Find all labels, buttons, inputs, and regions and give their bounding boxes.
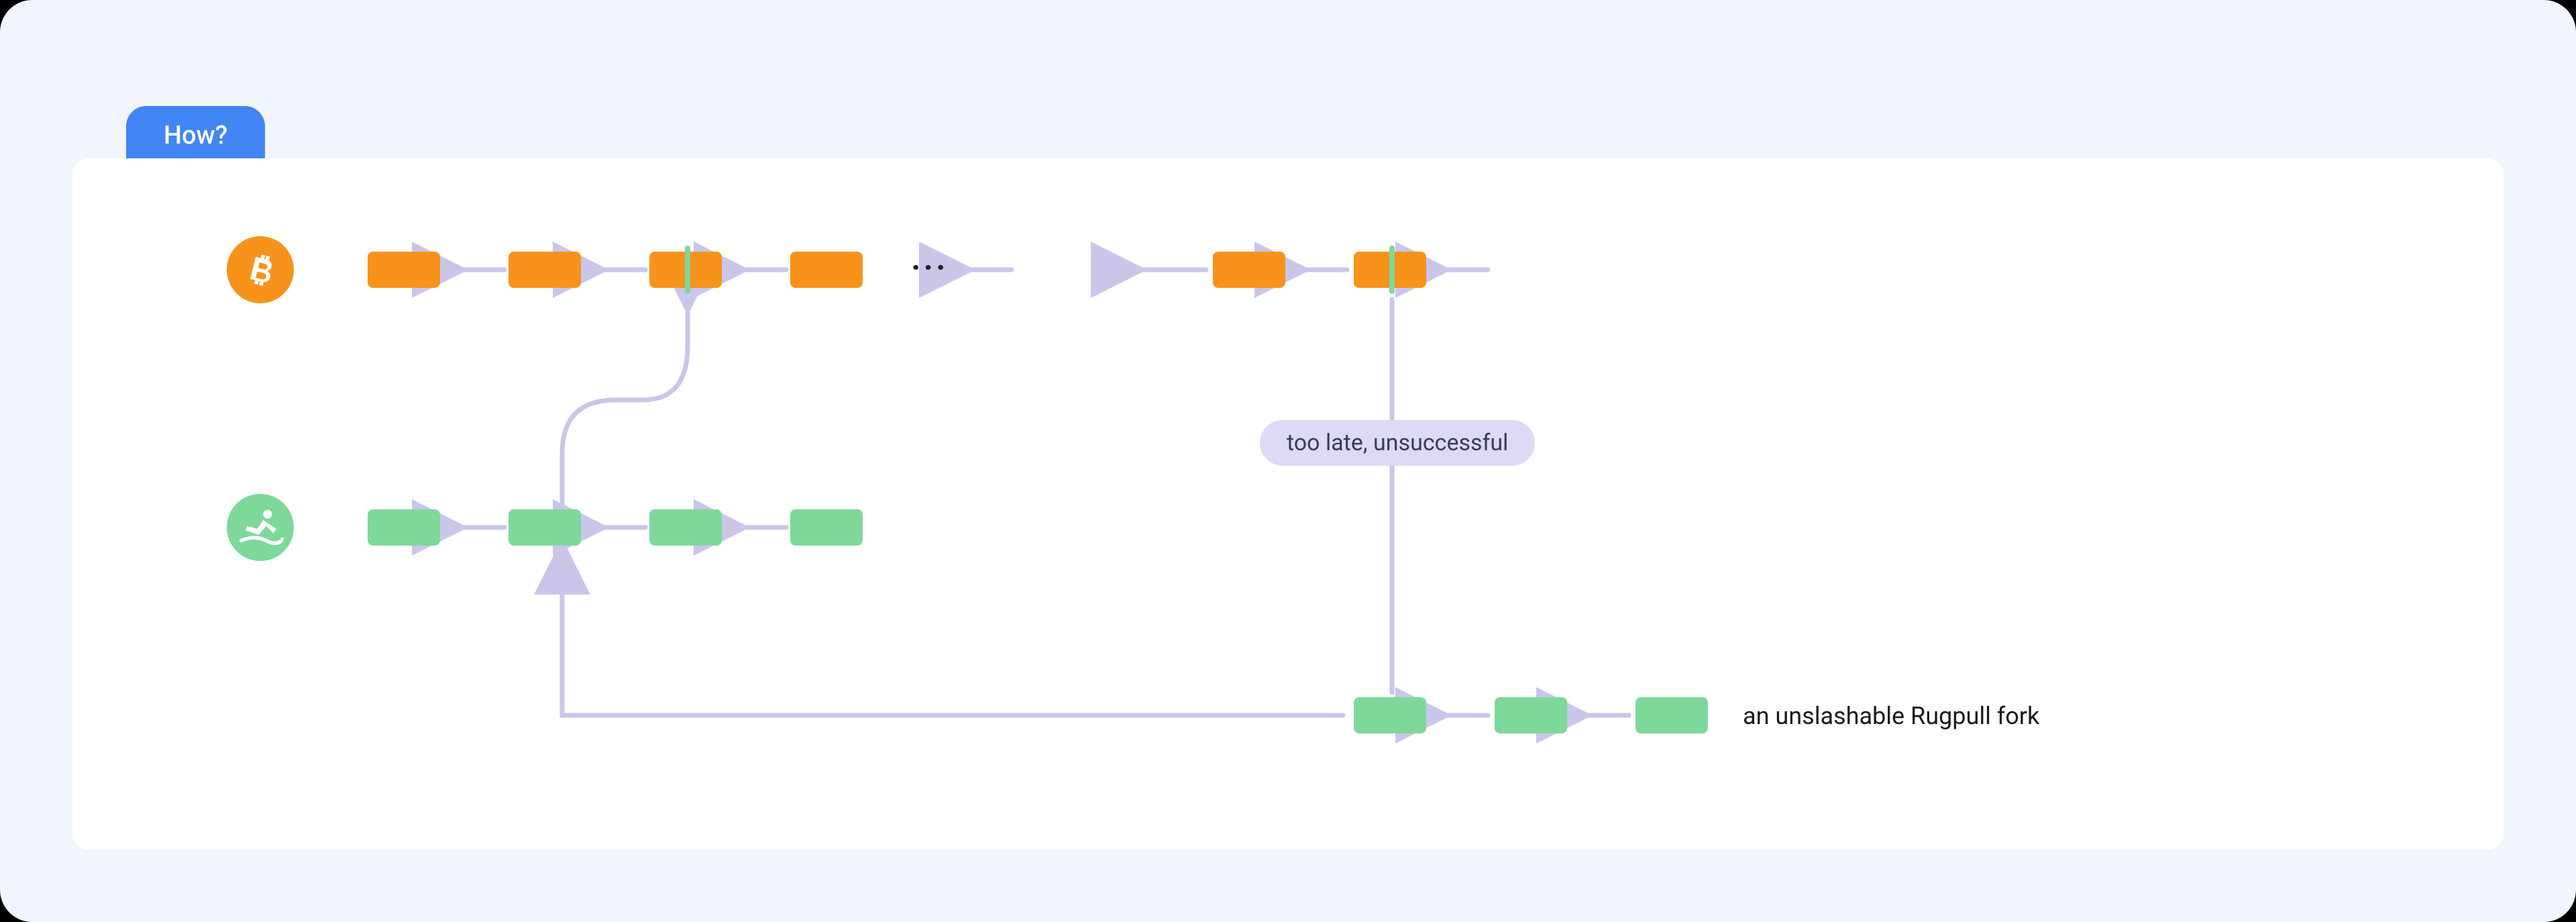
rugpull-icon (227, 494, 294, 561)
diagram-card: ··· too late, unsuccessful an unslashabl… (72, 158, 2504, 850)
fork-caption: an unslashable Rugpull fork (1743, 702, 2039, 730)
checkpoint-curve-1 (562, 306, 688, 507)
diagram-container: How? (0, 0, 2576, 922)
rugpull-block-2 (508, 509, 581, 546)
bitcoin-block-2 (508, 252, 581, 288)
checkpoint-tick-1 (685, 246, 690, 294)
fork-block-2 (1495, 697, 1567, 733)
checkpoint-tick-2 (1389, 246, 1395, 294)
bitcoin-block-4 (790, 252, 863, 288)
bitcoin-block-5 (1213, 252, 1285, 288)
bitcoin-glyph-icon (240, 250, 280, 290)
rugpull-block-3 (649, 509, 722, 546)
fork-long-connector (562, 548, 1343, 715)
fork-block-3 (1635, 697, 1708, 733)
bitcoin-icon (227, 236, 294, 303)
fork-block-1 (1354, 697, 1426, 733)
rugpull-block-4 (790, 509, 863, 546)
section-tab: How? (126, 106, 265, 165)
ellipsis: ··· (911, 248, 948, 287)
bitcoin-block-1 (368, 252, 440, 288)
rugpull-block-1 (368, 509, 440, 546)
too-late-label: too late, unsuccessful (1260, 420, 1535, 466)
slip-person-icon (237, 504, 284, 551)
